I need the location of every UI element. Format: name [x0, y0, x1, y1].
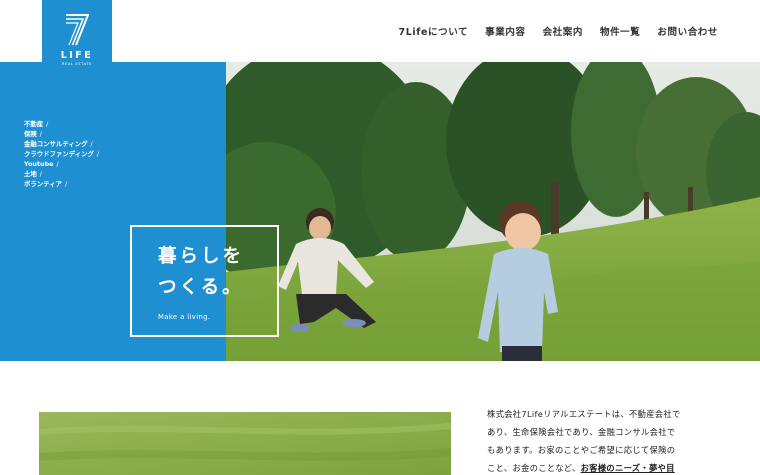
category-item[interactable]: 土地 /	[24, 169, 99, 179]
intro-photo	[39, 412, 451, 475]
category-item[interactable]: クラウドファンディング /	[24, 149, 99, 159]
intro-line: あり、生命保険会社であり、金融コンサル会社で	[487, 427, 676, 437]
hero-tagline-sub: Make a living.	[158, 313, 211, 321]
hero-tagline-line1: 暮らしを	[158, 246, 245, 267]
nav-business[interactable]: 事業内容	[485, 24, 525, 38]
category-item[interactable]: 不動産 /	[24, 119, 99, 129]
nav-company[interactable]: 会社案内	[543, 24, 583, 38]
nav-properties[interactable]: 物件一覧	[600, 24, 640, 38]
intro-line: こと、お金のことなど、お客様のニーズ・夢や目	[487, 463, 675, 473]
hero-photo	[226, 62, 760, 361]
brand-name: LIFE	[60, 50, 94, 61]
category-item[interactable]: Youtube /	[24, 159, 99, 169]
global-nav: 7Lifeについて 事業内容 会社案内 物件一覧 お問い合わせ	[399, 24, 718, 38]
category-item[interactable]: ボランティア /	[24, 179, 99, 189]
brand-subtitle: REAL ESTATE	[61, 61, 93, 66]
intro-text: 株式会社7Lifeリアルエステートは、不動産会社で あり、生命保険会社であり、金…	[487, 405, 720, 475]
category-list: 不動産 / 保険 / 金融コンサルティング / クラウドファンディング / Youtub…	[24, 119, 99, 189]
hero-tagline-box: 暮らしを つくる。 Make a living.	[130, 225, 279, 337]
brand-logo[interactable]: LIFE REAL ESTATE	[42, 0, 112, 84]
seven-mark-icon	[66, 14, 89, 46]
intro-emphasis: お客様のニーズ・夢や目	[580, 463, 675, 473]
nav-about[interactable]: 7Lifeについて	[399, 24, 469, 38]
intro-line: 株式会社7Lifeリアルエステートは、不動産会社で	[487, 409, 681, 419]
nav-contact[interactable]: お問い合わせ	[657, 24, 718, 38]
category-item[interactable]: 保険 /	[24, 129, 99, 139]
category-item[interactable]: 金融コンサルティング /	[24, 139, 99, 149]
intro-line: もあります。お家のことやご希望に応じて保険の	[487, 445, 676, 455]
hero-tagline-line2: つくる。	[158, 277, 244, 298]
